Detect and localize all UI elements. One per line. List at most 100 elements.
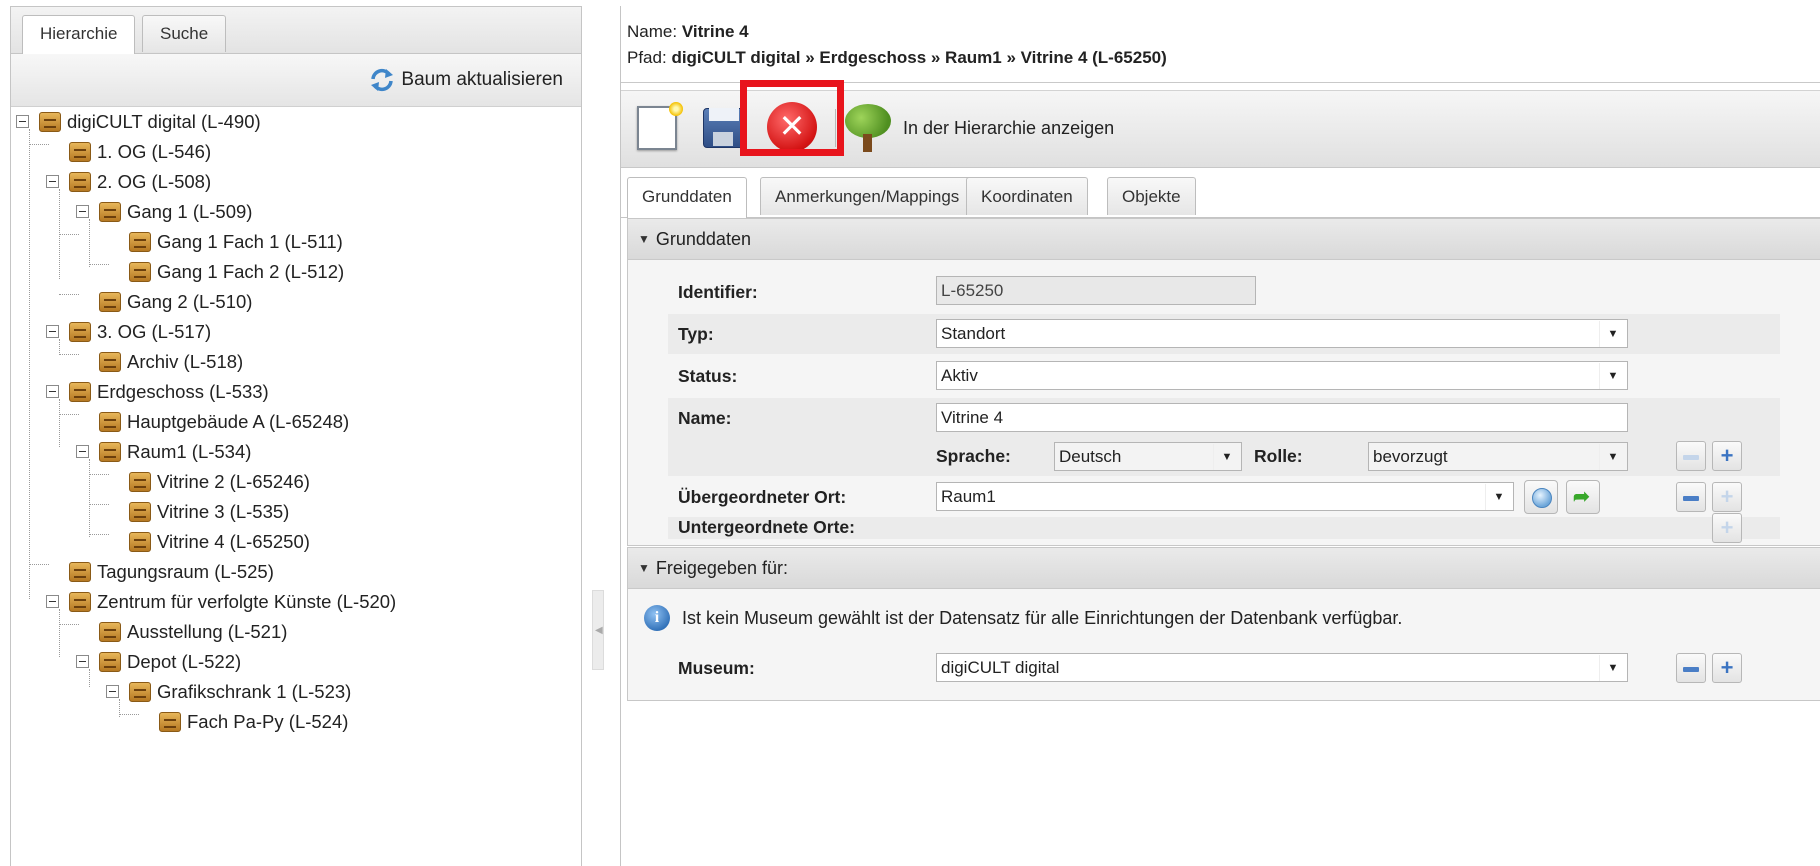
- location-box-icon: [69, 382, 91, 402]
- remove-museum-button[interactable]: [1676, 653, 1706, 683]
- new-record-button[interactable]: [633, 102, 683, 152]
- collapse-caret-icon: ▼: [638, 561, 650, 575]
- location-box-icon: [129, 682, 151, 702]
- location-box-icon: [99, 292, 121, 312]
- tree-node[interactable]: Gang 2 (L-510): [99, 287, 252, 317]
- tree-node[interactable]: Gang 1 Fach 2 (L-512): [129, 257, 344, 287]
- tree-node[interactable]: Raum1 (L-534): [99, 437, 251, 467]
- parent-location-select[interactable]: Raum1 ▼: [936, 482, 1514, 511]
- minus-icon: [1683, 495, 1699, 501]
- forward-arrow-icon: ➦: [1573, 486, 1590, 508]
- name-input[interactable]: Vitrine 4: [936, 403, 1628, 432]
- collapse-toggle[interactable]: [46, 175, 59, 188]
- status-select[interactable]: Aktiv ▼: [936, 361, 1628, 390]
- collapse-toggle[interactable]: [46, 595, 59, 608]
- location-box-icon: [129, 472, 151, 492]
- refresh-tree-label: Baum aktualisieren: [401, 69, 563, 90]
- collapse-toggle[interactable]: [106, 685, 119, 698]
- tree-node[interactable]: 2. OG (L-508): [69, 167, 211, 197]
- museum-select[interactable]: digiCULT digital ▼: [936, 653, 1628, 682]
- tree-node[interactable]: Erdgeschoss (L-533): [69, 377, 269, 407]
- tree-node[interactable]: Vitrine 2 (L-65246): [129, 467, 310, 497]
- add-child-button[interactable]: +: [1712, 513, 1742, 543]
- collapse-arrow-icon: ◀: [595, 625, 603, 636]
- rolle-label: Rolle:: [1254, 446, 1303, 466]
- tree-toolbar: Baum aktualisieren: [11, 54, 581, 107]
- rolle-select[interactable]: bevorzugt ▼: [1368, 442, 1628, 471]
- remove-parent-button[interactable]: [1676, 482, 1706, 512]
- collapse-toggle[interactable]: [76, 205, 89, 218]
- tree-node-selected[interactable]: Vitrine 4 (L-65250): [129, 527, 310, 557]
- location-box-icon: [129, 502, 151, 522]
- identifier-field: L-65250: [936, 276, 1256, 305]
- location-box-icon: [69, 322, 91, 342]
- tab-grunddaten[interactable]: Grunddaten: [627, 177, 747, 218]
- add-parent-button[interactable]: +: [1712, 482, 1742, 512]
- chevron-down-icon: ▼: [1599, 655, 1626, 681]
- chevron-down-icon: ▼: [1599, 363, 1626, 389]
- tree-node[interactable]: Archiv (L-518): [99, 347, 243, 377]
- add-name-button[interactable]: +: [1712, 441, 1742, 471]
- tree-node[interactable]: Grafikschrank 1 (L-523): [129, 677, 351, 707]
- museum-label: Museum:: [678, 658, 755, 678]
- tree-node[interactable]: Depot (L-522): [99, 647, 241, 677]
- sprache-label: Sprache:: [936, 446, 1011, 466]
- refresh-icon: [371, 68, 394, 92]
- collapse-toggle[interactable]: [76, 445, 89, 458]
- tree-node[interactable]: Gang 1 (L-509): [99, 197, 252, 227]
- section-header[interactable]: ▼ Freigegeben für:: [628, 548, 1820, 589]
- show-in-hierarchy-button[interactable]: In der Hierarchie anzeigen: [843, 99, 1114, 157]
- collapse-caret-icon: ▼: [638, 232, 650, 246]
- lookup-button[interactable]: [1524, 480, 1558, 514]
- tab-suche[interactable]: Suche: [142, 15, 227, 52]
- tab-koordinaten[interactable]: Koordinaten: [966, 177, 1088, 215]
- chevron-down-icon: ▼: [1213, 444, 1240, 470]
- tree-node[interactable]: Zentrum für verfolgte Künste (L-520): [69, 587, 396, 617]
- freigabe-section: ▼ Freigegeben für: i Ist kein Museum gewä…: [627, 547, 1820, 701]
- tree-node[interactable]: Ausstellung (L-521): [99, 617, 287, 647]
- location-box-icon: [69, 592, 91, 612]
- remove-name-button[interactable]: [1676, 441, 1706, 471]
- refresh-tree-button[interactable]: Baum aktualisieren: [369, 64, 563, 96]
- tab-objekte[interactable]: Objekte: [1107, 177, 1196, 215]
- tree-node[interactable]: digiCULT digital (L-490): [39, 107, 261, 137]
- globe-icon: [1532, 488, 1552, 508]
- tab-hierarchie[interactable]: Hierarchie: [22, 15, 136, 54]
- record-path: Pfad: digiCULT digital » Erdgeschoss » R…: [627, 48, 1167, 67]
- hierarchy-panel: Hierarchie Suche Baum aktualisieren digi…: [10, 6, 582, 866]
- tree-node[interactable]: 3. OG (L-517): [69, 317, 211, 347]
- tree-node[interactable]: Tagungsraum (L-525): [69, 557, 274, 587]
- location-box-icon: [129, 262, 151, 282]
- sprache-select[interactable]: Deutsch ▼: [1054, 442, 1242, 471]
- plus-icon: +: [1720, 655, 1734, 680]
- record-name: Name: Vitrine 4: [627, 22, 749, 41]
- add-museum-button[interactable]: +: [1712, 653, 1742, 683]
- section-header[interactable]: ▼ Grunddaten: [628, 219, 1820, 260]
- info-icon: i: [644, 605, 670, 631]
- typ-label: Typ:: [678, 324, 714, 344]
- grunddaten-section: ▼ Grunddaten Identifier: L-65250 Typ: Sta…: [627, 218, 1820, 546]
- tree-node[interactable]: Hauptgebäude A (L-65248): [99, 407, 349, 437]
- left-tab-bar: Hierarchie Suche: [11, 7, 581, 54]
- identifier-label: Identifier:: [678, 282, 758, 302]
- location-box-icon: [99, 412, 121, 432]
- tab-anmerkungen[interactable]: Anmerkungen/Mappings: [760, 177, 975, 215]
- tree-node[interactable]: Gang 1 Fach 1 (L-511): [129, 227, 343, 257]
- collapse-toggle[interactable]: [76, 655, 89, 668]
- collapse-toggle[interactable]: [46, 325, 59, 338]
- location-box-icon: [99, 442, 121, 462]
- location-box-icon: [159, 712, 181, 732]
- collapse-toggle[interactable]: [16, 115, 29, 128]
- collapse-toggle[interactable]: [46, 385, 59, 398]
- record-tabs: Grunddaten Anmerkungen/Mappings Koordina…: [621, 167, 1820, 218]
- typ-select[interactable]: Standort ▼: [936, 319, 1628, 348]
- panel-splitter[interactable]: ◀: [592, 590, 604, 670]
- tree-node[interactable]: 1. OG (L-546): [69, 137, 211, 167]
- tree-node[interactable]: Vitrine 3 (L-535): [129, 497, 289, 527]
- goto-parent-button[interactable]: ➦: [1566, 480, 1600, 514]
- chevron-down-icon: ▼: [1599, 444, 1626, 470]
- tree-node[interactable]: Fach Pa-Py (L-524): [159, 707, 348, 737]
- plus-icon: +: [1720, 443, 1734, 468]
- chevron-down-icon: ▼: [1599, 321, 1626, 347]
- child-locations-label: Untergeordnete Orte:: [678, 517, 855, 537]
